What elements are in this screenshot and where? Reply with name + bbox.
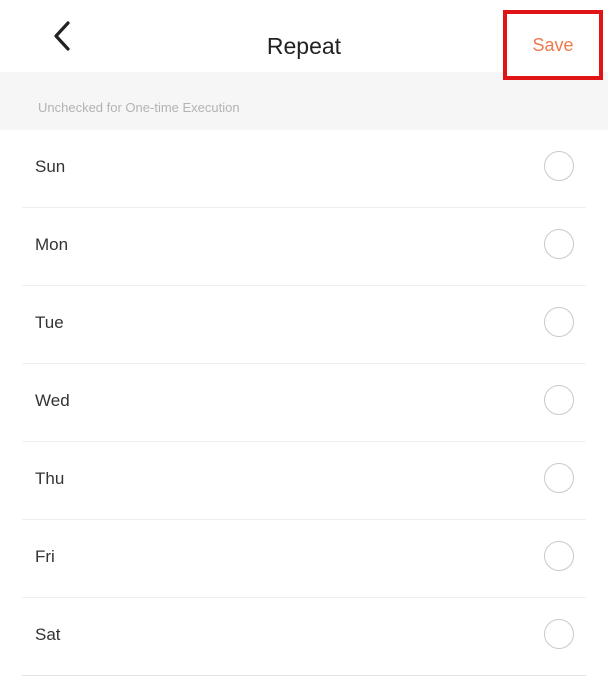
- chevron-left-icon: [54, 21, 70, 51]
- section-hint: Unchecked for One-time Execution: [0, 72, 608, 130]
- radio-unchecked-icon[interactable]: [544, 463, 574, 493]
- radio-unchecked-icon[interactable]: [544, 307, 574, 337]
- back-button[interactable]: [40, 14, 84, 58]
- radio-unchecked-icon[interactable]: [544, 229, 574, 259]
- repeat-screen: Repeat Save Unchecked for One-time Execu…: [0, 0, 608, 685]
- day-row-wed[interactable]: Wed: [22, 364, 586, 442]
- day-label: Thu: [35, 469, 65, 488]
- save-button[interactable]: Save: [503, 10, 603, 80]
- day-label: Tue: [35, 313, 64, 332]
- radio-unchecked-icon[interactable]: [544, 385, 574, 415]
- day-row-tue[interactable]: Tue: [22, 286, 586, 364]
- day-row-sat[interactable]: Sat: [22, 598, 586, 676]
- day-label: Fri: [35, 547, 55, 566]
- day-label: Mon: [35, 235, 69, 254]
- radio-unchecked-icon[interactable]: [544, 541, 574, 571]
- day-row-sun[interactable]: Sun: [22, 130, 586, 208]
- day-label: Sat: [35, 625, 61, 644]
- header-bar: Repeat Save: [0, 0, 608, 80]
- day-label: Wed: [35, 391, 70, 410]
- day-row-fri[interactable]: Fri: [22, 520, 586, 598]
- day-list: Sun Mon Tue Wed Thu Fri Sat: [0, 130, 608, 676]
- day-label: Sun: [35, 157, 66, 176]
- radio-unchecked-icon[interactable]: [544, 151, 574, 181]
- day-row-thu[interactable]: Thu: [22, 442, 586, 520]
- day-row-mon[interactable]: Mon: [22, 208, 586, 286]
- radio-unchecked-icon[interactable]: [544, 619, 574, 649]
